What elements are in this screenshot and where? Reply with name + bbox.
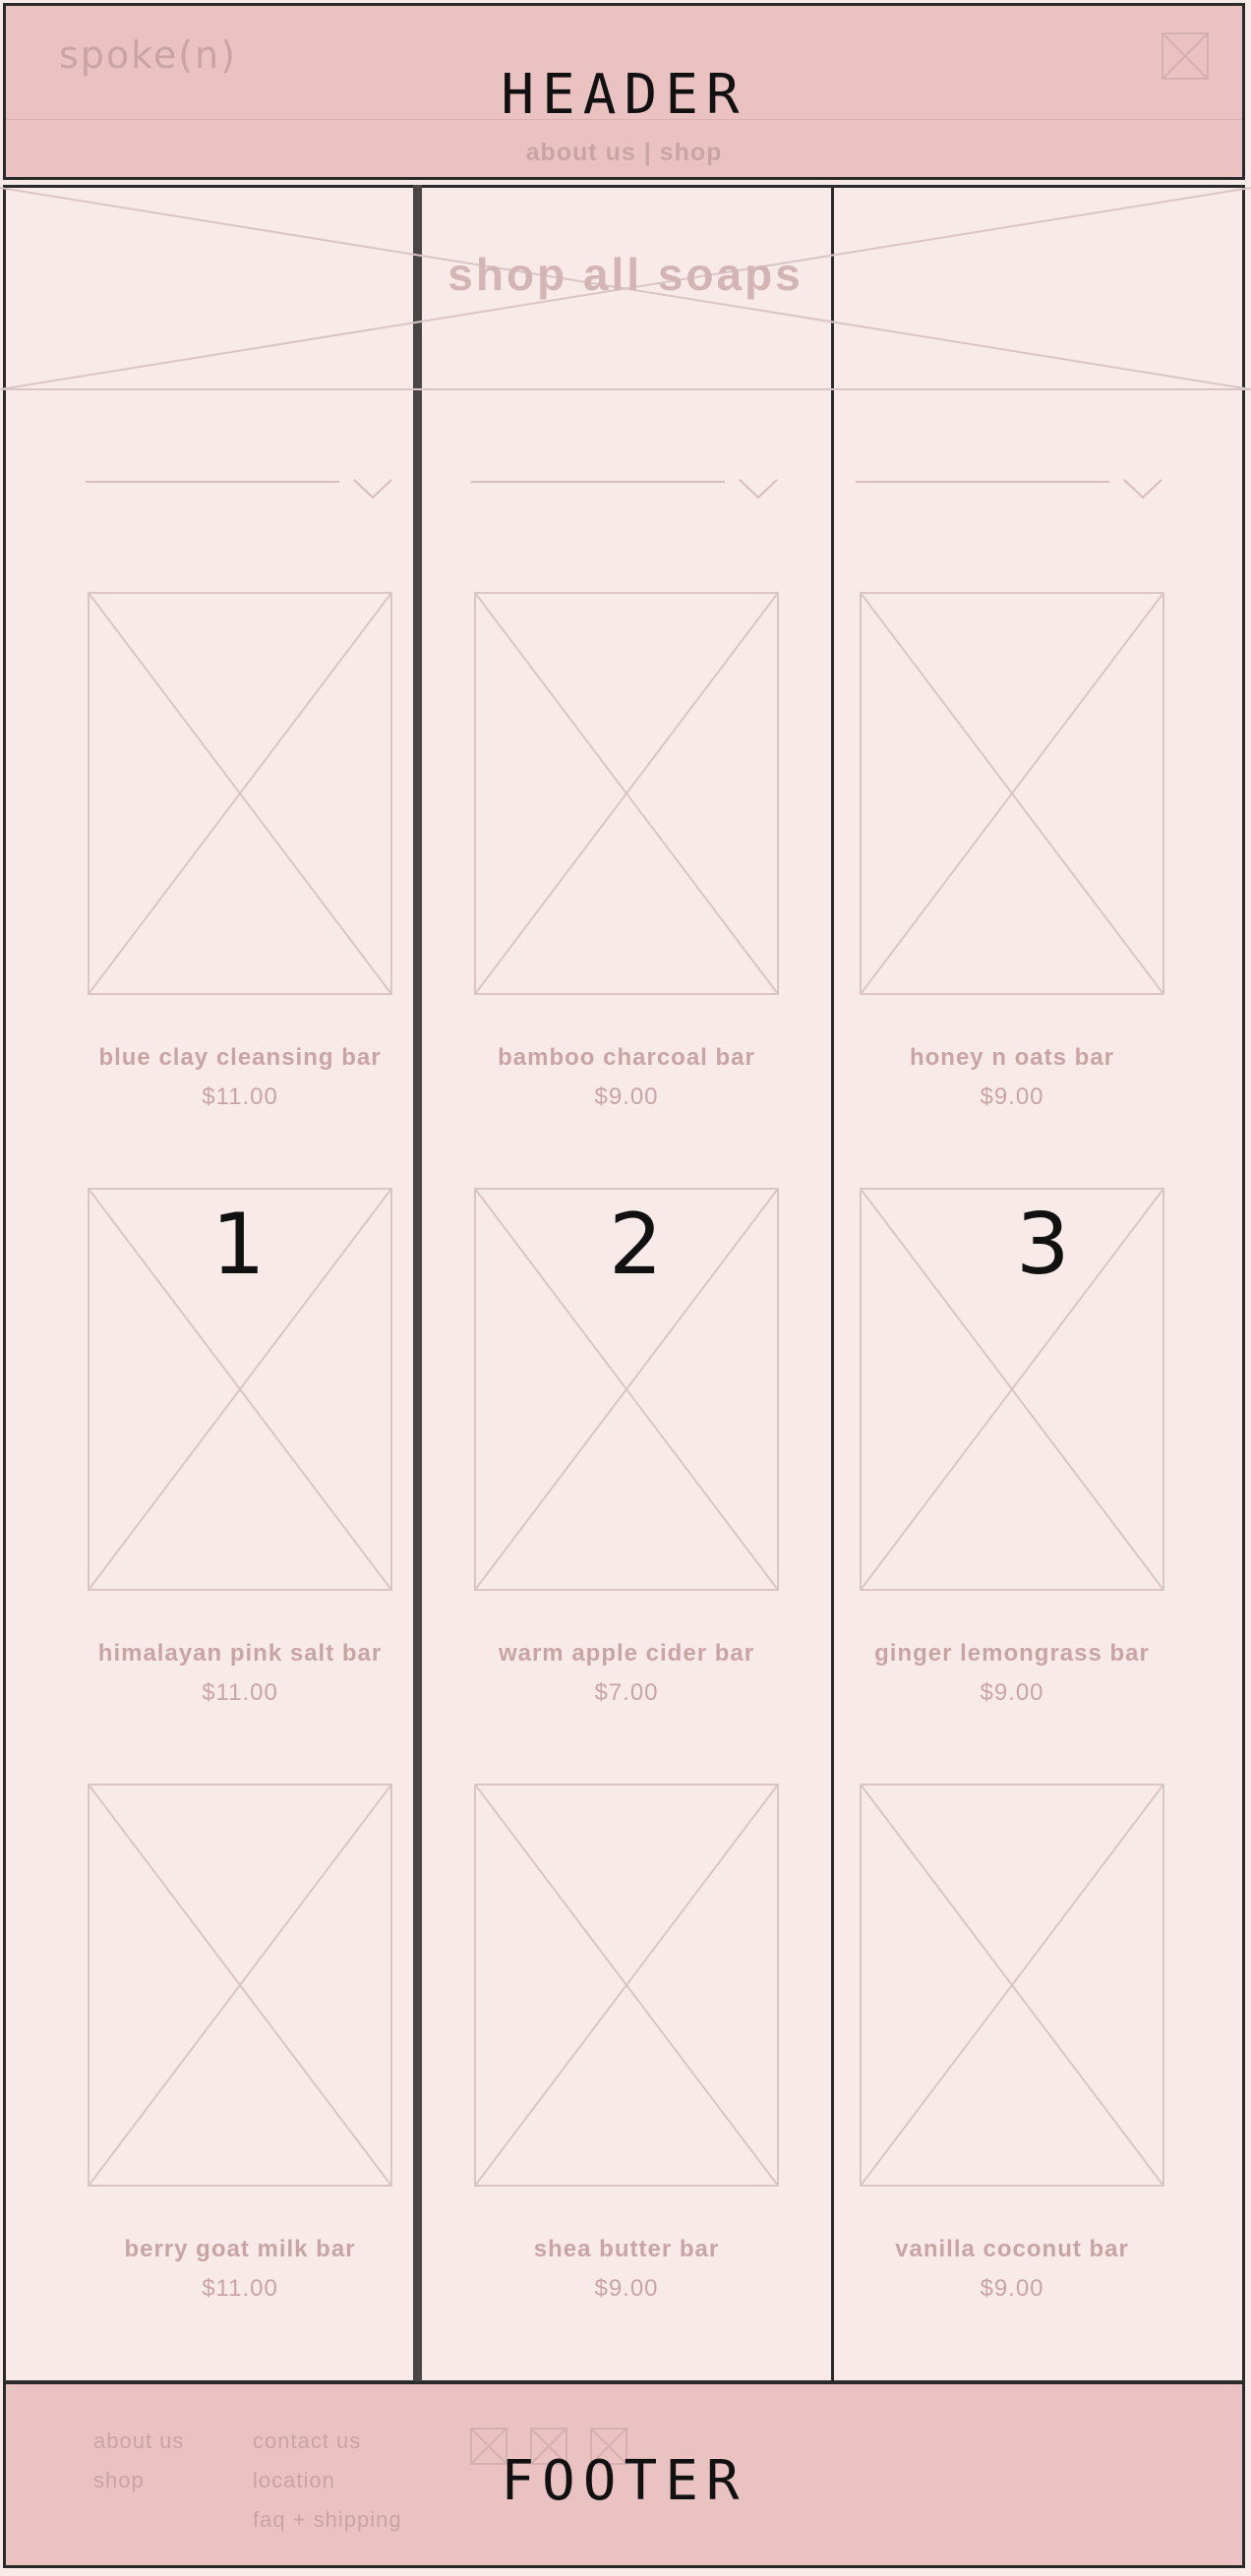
chevron-down-icon xyxy=(1123,479,1162,499)
product-price: $9.00 xyxy=(980,1679,1044,1706)
product-price: $11.00 xyxy=(202,1083,278,1110)
product-image-placeholder[interactable] xyxy=(88,592,392,995)
site-footer: about us shop contact us location faq + … xyxy=(3,2381,1245,2568)
product-price: $11.00 xyxy=(202,1679,278,1706)
column-divider xyxy=(413,185,422,2383)
page-title: shop all soaps xyxy=(447,249,804,300)
product-price: $9.00 xyxy=(980,2275,1044,2302)
filter-dropdown[interactable] xyxy=(86,470,392,499)
column-number-annotation: 2 xyxy=(609,1196,663,1294)
dropdown-field-line xyxy=(86,481,339,483)
dropdown-field-line xyxy=(471,481,725,483)
product-price: $9.00 xyxy=(594,1083,659,1110)
nav-link-shop[interactable]: shop xyxy=(660,139,723,166)
main-nav: about us | shop xyxy=(6,139,1242,167)
chevron-down-icon xyxy=(353,479,392,499)
product-price: $9.00 xyxy=(594,2275,659,2302)
chevron-down-icon xyxy=(739,479,778,499)
product-price: $7.00 xyxy=(594,1679,659,1706)
nav-separator: | xyxy=(643,139,652,166)
product-name[interactable]: bamboo charcoal bar xyxy=(445,1044,808,1072)
product-name[interactable]: blue clay cleansing bar xyxy=(58,1044,422,1072)
header-divider xyxy=(6,119,1242,120)
filter-dropdown[interactable] xyxy=(471,470,778,499)
column-divider xyxy=(831,185,834,2383)
footer-title: FOOTER xyxy=(501,2449,747,2513)
product-name[interactable]: berry goat milk bar xyxy=(58,2236,422,2263)
header-title: HEADER xyxy=(501,63,747,127)
product-image-placeholder[interactable] xyxy=(860,1784,1164,2187)
dropdown-field-line xyxy=(856,481,1109,483)
column-number-annotation: 1 xyxy=(211,1196,266,1294)
product-name[interactable]: warm apple cider bar xyxy=(445,1640,808,1668)
product-name[interactable]: honey n oats bar xyxy=(830,1044,1194,1072)
product-image-placeholder[interactable] xyxy=(860,1188,1164,1591)
site-header: spoke(n) HEADER about us | shop xyxy=(3,3,1245,180)
image-placeholder-icon[interactable] xyxy=(1162,32,1209,80)
product-image-placeholder[interactable] xyxy=(474,592,779,995)
product-price: $9.00 xyxy=(980,1083,1044,1110)
product-price: $11.00 xyxy=(202,2275,278,2302)
product-name[interactable]: shea butter bar xyxy=(445,2236,808,2263)
product-name[interactable]: vanilla coconut bar xyxy=(830,2236,1194,2263)
product-image-placeholder[interactable] xyxy=(474,1784,779,2187)
nav-link-about[interactable]: about us xyxy=(526,139,636,166)
product-name[interactable]: ginger lemongrass bar xyxy=(830,1640,1194,1668)
product-image-placeholder[interactable] xyxy=(88,1784,392,2187)
column-number-annotation: 3 xyxy=(1016,1196,1070,1294)
product-image-placeholder[interactable] xyxy=(860,592,1164,995)
product-name[interactable]: himalayan pink salt bar xyxy=(58,1640,422,1668)
filter-dropdown[interactable] xyxy=(856,470,1162,499)
